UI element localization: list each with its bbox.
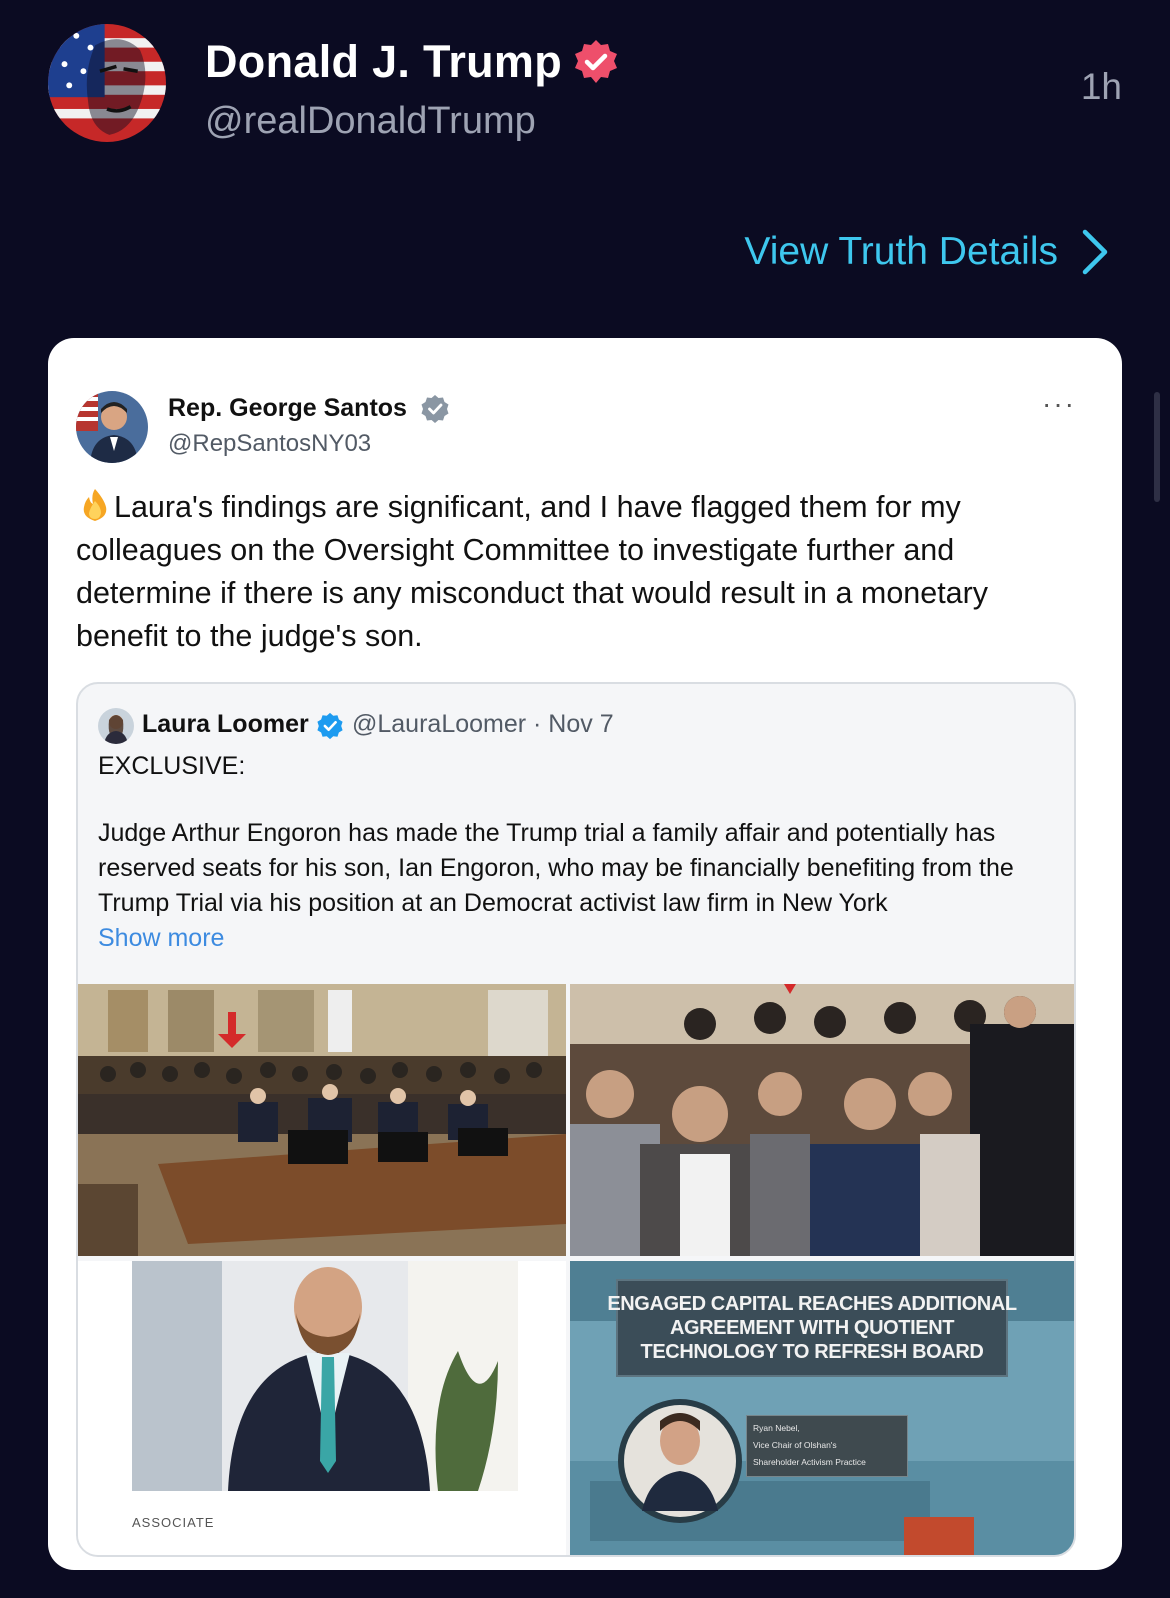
view-details-label: View Truth Details — [744, 230, 1058, 273]
news-headline-line-1: ENGAGED CAPITAL REACHES ADDITIONAL — [607, 1293, 1017, 1315]
courtroom-photo — [78, 984, 566, 1256]
view-truth-details-link[interactable]: View Truth Details — [744, 228, 1110, 276]
santos-handle: @RepSantosNY03 — [168, 430, 372, 457]
news-graphic: ENGAGED CAPITAL REACHES ADDITIONAL AGREE… — [570, 1261, 1074, 1555]
santos-name: Rep. George Santos — [168, 394, 407, 422]
chevron-right-icon — [1082, 229, 1108, 275]
profile-handle[interactable]: @realDonaldTrump — [205, 100, 536, 143]
news-caption-line-3: Shareholder Activism Practice — [753, 1457, 866, 1467]
verified-check-icon — [421, 395, 449, 423]
post-time: 1h — [1080, 66, 1122, 107]
news-headline-line-3: TECHNOLOGY TO REFRESH BOARD — [640, 1341, 984, 1363]
fire-icon — [83, 489, 107, 521]
loomer-handle-date: @LauraLoomer · Nov 7 — [352, 710, 614, 738]
loomer-name: Laura Loomer — [142, 710, 309, 738]
news-caption: Ryan Nebel, Vice Chair of Olshan's Share… — [746, 1415, 908, 1477]
show-more-link: Show more — [98, 924, 225, 952]
tweet-body: Laura's findings are significant, and I … — [76, 486, 1086, 658]
more-options-icon: ··· — [1042, 388, 1076, 419]
image-grid: ASSOCIATE ENGAGED CAPITAL REACHES ADDITI… — [78, 984, 1074, 1555]
verified-check-icon — [317, 712, 343, 740]
quote-text: Judge Arthur Engoron has made the Trump … — [98, 819, 1014, 917]
profile-avatar[interactable] — [48, 24, 166, 142]
news-headline-line-2: AGREEMENT WITH QUOTIENT — [669, 1317, 955, 1339]
loomer-avatar — [98, 708, 134, 744]
verified-badge-icon — [575, 40, 617, 83]
audience-photo — [570, 984, 1074, 1256]
scroll-indicator[interactable] — [1154, 392, 1160, 502]
tweet-body-text: Laura's findings are significant, and I … — [76, 490, 989, 653]
news-caption-line-1: Ryan Nebel, — [753, 1423, 800, 1433]
associate-portrait: ASSOCIATE — [78, 1261, 566, 1555]
quote-headline: EXCLUSIVE: — [98, 752, 246, 780]
news-caption-line-2: Vice Chair of Olshan's — [753, 1440, 837, 1450]
santos-avatar — [76, 391, 148, 463]
associate-label: ASSOCIATE — [132, 1515, 215, 1530]
news-headline-box: ENGAGED CAPITAL REACHES ADDITIONAL AGREE… — [607, 1279, 1017, 1377]
profile-name[interactable]: Donald J. Trump — [205, 36, 562, 88]
embedded-image-card[interactable]: Rep. George Santos @RepSantosNY03 ··· La… — [48, 338, 1122, 1570]
quoted-tweet: Laura Loomer @LauraLoomer · Nov 7 EXCLUS… — [76, 682, 1076, 1557]
